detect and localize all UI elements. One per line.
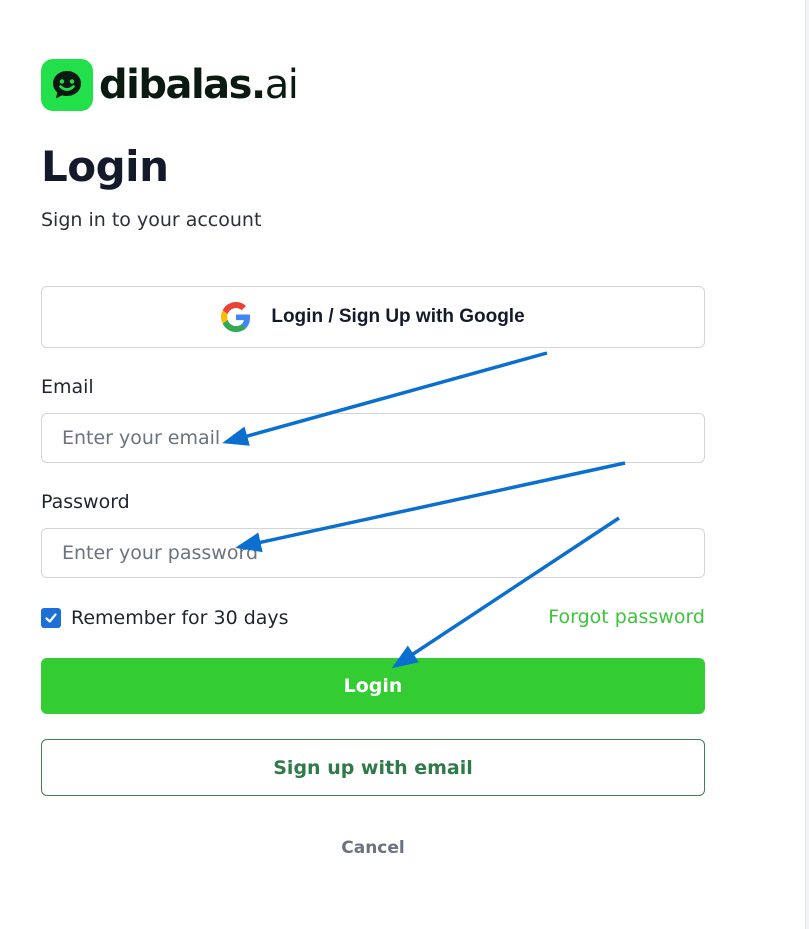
scrollbar-track[interactable]: [805, 0, 809, 929]
forgot-password-link[interactable]: Forgot password: [548, 606, 705, 628]
remember-checkbox[interactable]: [41, 608, 61, 628]
email-input[interactable]: [41, 413, 705, 463]
brand-logo: dibalas.ai: [41, 59, 299, 111]
chat-smile-icon: [41, 59, 93, 111]
google-login-button[interactable]: Login / Sign Up with Google: [41, 286, 705, 348]
page-subtitle: Sign in to your account: [41, 209, 262, 231]
google-icon: [221, 302, 251, 332]
remember-me[interactable]: Remember for 30 days: [41, 607, 289, 629]
page-title: Login: [41, 142, 169, 191]
brand-name-suffix: ai: [264, 62, 299, 108]
email-label: Email: [41, 376, 94, 398]
google-login-label: Login / Sign Up with Google: [271, 306, 525, 327]
login-page: dibalas.ai Login Sign in to your account…: [0, 0, 809, 929]
brand-name-main: dibalas.: [99, 62, 266, 108]
brand-name: dibalas.ai: [99, 62, 299, 108]
remember-label: Remember for 30 days: [71, 607, 289, 629]
checkmark-icon: [45, 613, 57, 623]
password-input[interactable]: [41, 528, 705, 578]
login-button[interactable]: Login: [41, 658, 705, 714]
signup-email-button[interactable]: Sign up with email: [41, 739, 705, 796]
password-label: Password: [41, 491, 130, 513]
cancel-link[interactable]: Cancel: [41, 838, 705, 858]
